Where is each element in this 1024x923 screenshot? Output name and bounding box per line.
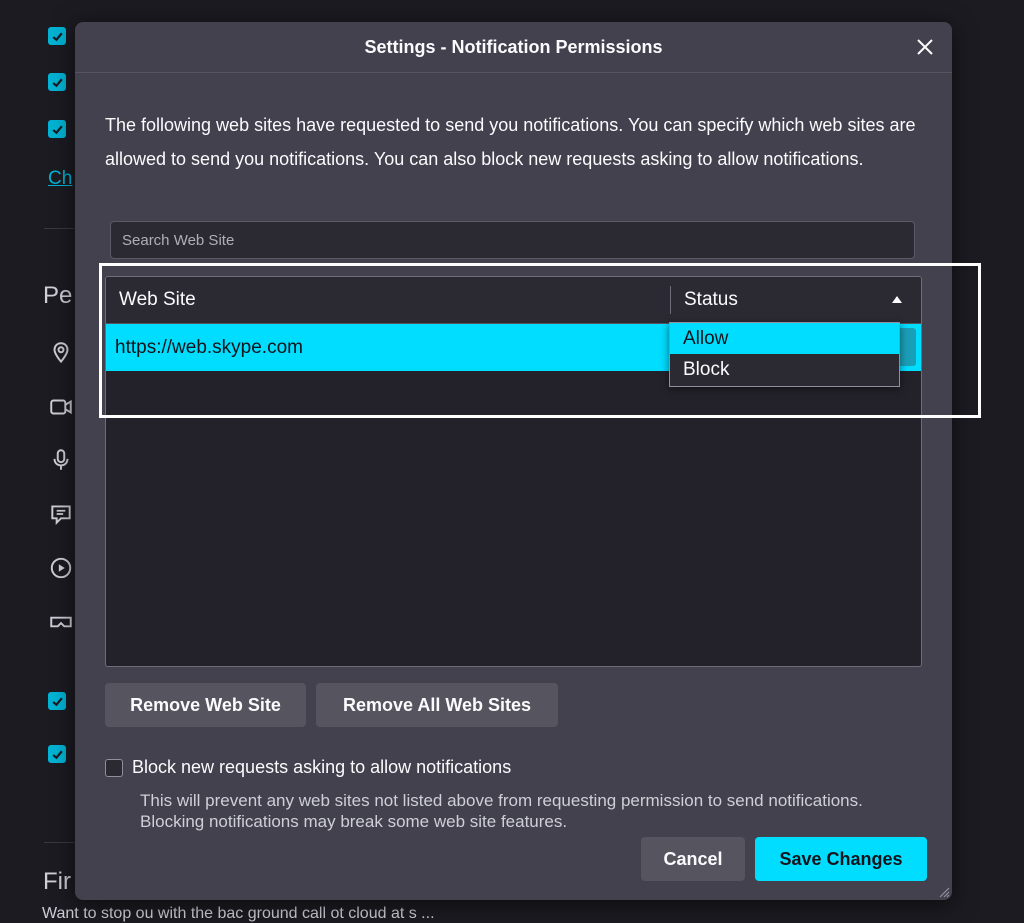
background-checkbox[interactable] [48,745,66,763]
background-footer-text: Want to stop ou with the bac ground call… [42,905,435,922]
status-dropdown-list: Allow Block [669,322,900,387]
dialog-title: Settings - Notification Permissions [364,36,663,57]
close-button[interactable] [914,36,936,58]
dialog-description: The following web sites have requested t… [105,115,916,169]
checkmark-icon [51,750,63,759]
table-header: Web Site Status [106,277,921,324]
microphone-icon [48,447,74,473]
sort-ascending-icon [892,296,902,303]
background-checkbox[interactable] [48,692,66,710]
checkmark-icon [51,32,63,41]
checkmark-icon [51,125,63,134]
save-changes-button[interactable]: Save Changes [755,837,927,881]
autoplay-icon [48,555,74,581]
background-heading: Pe [43,282,73,309]
notification-icon [48,501,74,527]
block-requests-description: This will prevent any web sites not list… [140,791,863,831]
checkmark-icon [51,78,63,87]
camera-icon [48,394,74,420]
column-header-status[interactable]: Status [684,277,738,323]
background-checkbox[interactable] [48,120,66,138]
background-divider [44,842,74,843]
background-link[interactable]: Ch [48,168,72,190]
column-header-website[interactable]: Web Site [119,277,196,323]
background-divider [44,228,74,229]
resize-grip-icon[interactable] [936,884,950,898]
status-option-allow[interactable]: Allow [670,323,899,354]
column-separator [670,286,671,314]
remove-all-websites-button[interactable]: Remove All Web Sites [316,683,558,727]
notification-permissions-dialog: Settings - Notification Permissions The … [75,22,981,900]
location-icon [48,340,74,366]
close-icon [917,39,933,55]
block-requests-label[interactable]: Block new requests asking to allow notif… [132,757,511,778]
search-input[interactable] [110,221,915,259]
remove-website-button[interactable]: Remove Web Site [105,683,306,727]
status-option-block[interactable]: Block [670,354,899,385]
background-heading: Fir [43,868,71,895]
row-website: https://web.skype.com [115,336,303,358]
block-requests-row: Block new requests asking to allow notif… [105,757,511,778]
vr-icon [48,609,74,635]
block-requests-checkbox[interactable] [105,758,123,777]
status-select[interactable] [898,328,916,366]
checkmark-icon [51,697,63,706]
background-checkbox[interactable] [48,27,66,45]
dialog-titlebar: Settings - Notification Permissions [75,22,952,73]
background-checkbox[interactable] [48,73,66,91]
cancel-button[interactable]: Cancel [641,837,745,881]
